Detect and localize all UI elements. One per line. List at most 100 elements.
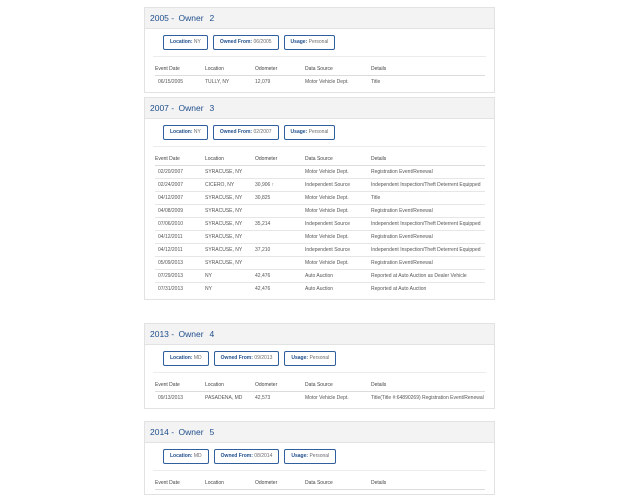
event-cell (255, 204, 305, 218)
events-header-row: Event Date Location Odometer Data Source Det… (155, 153, 485, 166)
usage-badge[interactable]: Usage: Personal (284, 449, 337, 464)
event-row: 02/20/2007 SYRACUSE, NY Motor Vehicle Dept… (155, 165, 485, 179)
event-cell: Reported at Auto Auction (371, 286, 427, 292)
event-cell: 07/06/2010 (155, 217, 205, 231)
owner-label: Owner (178, 427, 204, 437)
owner-card: 2005 - Owner 2 Location: NY Owned From: 06/… (144, 7, 495, 93)
owned-from-badge[interactable]: Owned From: 08/2014 (213, 449, 280, 464)
event-row: 05/09/2013 SYRACUSE, NY Motor Vehicle Dept… (155, 256, 485, 270)
column-header: Event Date (155, 63, 205, 76)
owned-from-badge-value: 06/2005 (253, 39, 272, 45)
owner-label: Owner (178, 103, 204, 113)
event-cell: 07/29/2013 (155, 269, 205, 283)
location-badge-value: NY (193, 129, 201, 135)
usage-badge-value: Personal (308, 129, 329, 135)
owned-from-badge-label: Owned From: (220, 453, 253, 459)
owned-from-badge-value: 02/2007 (253, 129, 272, 135)
column-header: Data Source (305, 477, 371, 490)
event-cell (255, 230, 305, 244)
owned-from-badge-label: Owned From: (219, 129, 253, 135)
usage-badge-label: Usage: (290, 129, 308, 135)
usage-badge[interactable]: Usage: Personal (283, 125, 336, 140)
owner-card-title: 2014 - Owner 5 (145, 422, 494, 443)
event-cell: 42,476 (255, 286, 271, 292)
column-header: Details (371, 379, 485, 392)
event-cell: Independent Source (305, 243, 371, 257)
owner-number: 2 (209, 13, 215, 23)
event-cell: SYRACUSE, NY (205, 165, 255, 179)
location-badge[interactable]: Location: MD (163, 351, 209, 366)
events-table: Event Date Location Odometer Data Source Det… (155, 379, 485, 404)
owned-from-badge-value: 08/2014 (254, 453, 273, 459)
event-cell: 30,906 ↑ (255, 178, 305, 192)
column-header: Details (371, 153, 485, 166)
event-cell: 12,079 (255, 79, 271, 85)
owned-from-badge[interactable]: Owned From: 02/2007 (212, 125, 279, 140)
event-cell: Auto Auction (305, 269, 371, 283)
event-cell: 02/20/2007 (155, 165, 205, 179)
column-header: Location (205, 379, 255, 392)
owner-year: 2013 (150, 329, 169, 339)
column-header: Event Date (155, 153, 205, 166)
usage-badge-label: Usage: (291, 453, 309, 459)
owned-from-badge[interactable]: Owned From: 09/2013 (213, 351, 280, 366)
usage-badge[interactable]: Usage: Personal (284, 351, 337, 366)
event-cell: 04/12/2007 (155, 191, 205, 205)
event-cell: 30,825 (255, 191, 305, 205)
event-cell: Auto Auction (305, 286, 334, 292)
event-row: 07/29/2013 NY 42,476 Auto Auction Reported a… (155, 269, 485, 283)
event-cell: SYRACUSE, NY (205, 204, 255, 218)
event-cell: Title(Title #:64890269) Registration Eve… (371, 395, 484, 401)
event-cell: NY (205, 286, 212, 292)
event-cell: 09/13/2013 (158, 395, 184, 401)
location-badge[interactable]: Location: NY (163, 35, 208, 50)
owner-number: 4 (209, 329, 215, 339)
event-cell: TULLY, NY (205, 79, 230, 85)
event-cell: 37,210 (255, 243, 305, 257)
location-badge-value: NY (193, 39, 201, 45)
event-cell: SYRACUSE, NY (205, 191, 255, 205)
event-cell: SYRACUSE, NY (205, 256, 255, 270)
column-header: Details (371, 63, 485, 76)
column-header: Location (205, 477, 255, 490)
owner-separator: - (168, 13, 177, 23)
event-row: 04/12/2007 SYRACUSE, NY 30,825 Motor Vehicl… (155, 191, 485, 205)
event-cell: 04/12/2011 (155, 243, 205, 257)
location-badge-label: Location: (170, 129, 193, 135)
event-cell: Motor Vehicle Dept. (305, 165, 371, 179)
events-header-row: Event Date Location Odometer Data Source Det… (155, 477, 485, 490)
location-badge-label: Location: (170, 355, 193, 361)
column-header: Data Source (305, 63, 371, 76)
column-header: Odometer (255, 153, 305, 166)
usage-badge-label: Usage: (290, 39, 308, 45)
event-cell: 07/31/2013 (158, 286, 184, 292)
column-header: Data Source (305, 379, 371, 392)
column-header: Event Date (155, 379, 205, 392)
event-cell: Independent Inspection/Theft Deterrent E… (371, 178, 485, 192)
owned-from-badge-label: Owned From: (220, 355, 253, 361)
usage-badge[interactable]: Usage: Personal (283, 35, 336, 50)
event-cell: SYRACUSE, NY (205, 243, 255, 257)
events-header-row: Event Date Location Odometer Data Source Det… (155, 379, 485, 392)
event-row: 07/06/2010 SYRACUSE, NY 35,214 Independent … (155, 217, 485, 231)
event-cell (255, 165, 305, 179)
owned-from-badge[interactable]: Owned From: 06/2005 (212, 35, 279, 50)
event-row: 09/13/2013 PASADENA, MD 42,573 Motor Vehicl… (155, 392, 485, 405)
event-cell: Registration Event/Renewal (371, 204, 485, 218)
event-cell: Independent Inspection/Theft Deterrent E… (371, 243, 485, 257)
location-badge-value: MD (193, 355, 202, 361)
events-header-row: Event Date Location Odometer Data Source Det… (155, 63, 485, 76)
column-header: Odometer (255, 63, 305, 76)
location-badge[interactable]: Location: MD (163, 449, 209, 464)
event-cell: Registration Event/Renewal (371, 230, 485, 244)
location-badge[interactable]: Location: NY (163, 125, 208, 140)
event-cell: 42,573 (255, 395, 271, 401)
event-cell: Title (371, 191, 485, 205)
event-cell: 42,476 (255, 269, 305, 283)
event-cell: 02/24/2007 (155, 178, 205, 192)
event-cell: Motor Vehicle Dept. (305, 230, 371, 244)
owner-separator: - (168, 427, 177, 437)
event-row: 02/24/2007 CICERO, NY 30,906 ↑ Independent … (155, 178, 485, 192)
event-cell: CICERO, NY (205, 178, 255, 192)
column-header: Details (371, 477, 485, 490)
